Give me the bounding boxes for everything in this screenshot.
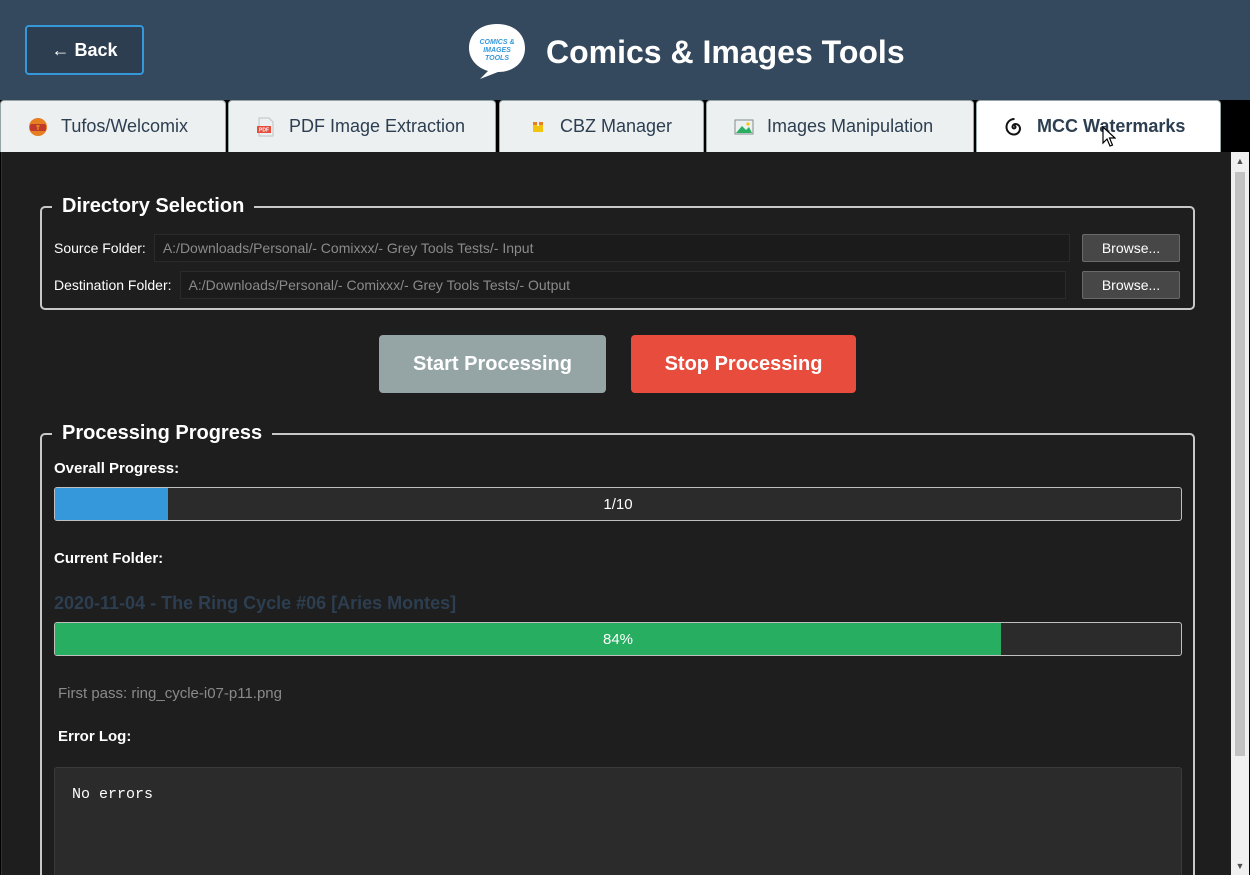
processing-progress-group: Processing Progress Overall Progress: 1/… (40, 422, 1195, 875)
source-folder-label: Source Folder: (54, 240, 146, 256)
processing-progress-legend: Processing Progress (62, 422, 263, 444)
tab-label: Tufos/Welcomix (61, 116, 189, 136)
tab-tufos-welcomix[interactable]: T Tufos/Welcomix (0, 100, 226, 152)
app-logo-icon: COMICS & IMAGES TOOLS (469, 24, 525, 79)
tab-cbz-manager[interactable]: CBZ Manager (499, 100, 704, 152)
overall-progress-text: 1/10 (603, 495, 633, 513)
cbz-archive-icon (526, 116, 548, 138)
tab-label: PDF Image Extraction (289, 116, 466, 136)
source-folder-row: Source Folder: A:/Downloads/Personal/- C… (54, 234, 1070, 262)
vertical-scrollbar[interactable]: ▲ ▼ (1231, 152, 1249, 875)
destination-folder-input[interactable]: A:/Downloads/Personal/- Comixxx/- Grey T… (179, 271, 1066, 299)
overall-progress-label: Overall Progress: (54, 460, 180, 477)
tab-label: CBZ Manager (560, 116, 673, 136)
mouse-cursor-icon (1102, 126, 1116, 147)
error-log-label: Error Log: (58, 728, 132, 745)
overall-progress-bar: 1/10 (54, 487, 1182, 521)
error-log-textarea[interactable]: No errors (54, 767, 1182, 875)
app-title: Comics & Images Tools (546, 34, 905, 70)
source-folder-input[interactable]: A:/Downloads/Personal/- Comixxx/- Grey T… (153, 234, 1070, 262)
destination-browse-button[interactable]: Browse... (1082, 271, 1180, 299)
tab-label: Images Manipulation (767, 116, 934, 136)
current-folder-name: 2020-11-04 - The Ring Cycle #06 [Aries M… (54, 593, 457, 613)
image-icon (733, 116, 755, 138)
tab-pdf-image-extraction[interactable]: PDF PDF Image Extraction (228, 100, 496, 152)
back-button[interactable]: ← Back (25, 25, 144, 75)
directory-selection-legend: Directory Selection (62, 195, 245, 217)
destination-folder-label: Destination Folder: (54, 277, 172, 293)
folder-progress-bar: 84% (54, 622, 1182, 656)
svg-text:T: T (36, 126, 40, 132)
folder-progress-text: 84% (602, 630, 634, 648)
logo-text-line-2: IMAGES (483, 47, 511, 54)
scroll-up-arrow-icon[interactable]: ▲ (1231, 152, 1249, 170)
processing-status-text: First pass: ring_cycle-i07-p11.png (58, 685, 282, 702)
pdf-icon: PDF (255, 116, 277, 138)
scroll-down-arrow-icon[interactable]: ▼ (1231, 857, 1249, 875)
content-panel: Directory Selection Source Folder: A:/Do… (1, 152, 1249, 875)
svg-text:PDF: PDF (259, 127, 269, 133)
tufos-icon: T (27, 116, 49, 138)
source-browse-button[interactable]: Browse... (1082, 234, 1180, 262)
spiral-icon (1003, 116, 1025, 138)
tab-images-manipulation[interactable]: Images Manipulation (706, 100, 974, 152)
scroll-thumb[interactable] (1235, 172, 1245, 756)
app-header: ← Back COMICS & IMAGES TOOLS Comics & Im… (0, 0, 1250, 100)
tab-mcc-watermarks[interactable]: MCC Watermarks (976, 100, 1221, 152)
logo-text-line-3: TOOLS (485, 55, 509, 62)
app-window: ← Back COMICS & IMAGES TOOLS Comics & Im… (0, 0, 1250, 875)
stop-processing-button[interactable]: Stop Processing (631, 335, 856, 393)
destination-folder-row: Destination Folder: A:/Downloads/Persona… (54, 271, 1066, 299)
directory-selection-group: Directory Selection Source Folder: A:/Do… (40, 195, 1195, 310)
logo-text-line-1: COMICS & (480, 39, 515, 46)
tab-bar: T Tufos/Welcomix PDF PDF Image Extractio… (0, 100, 1250, 152)
start-processing-button[interactable]: Start Processing (379, 335, 606, 393)
current-folder-label: Current Folder: (54, 550, 164, 567)
